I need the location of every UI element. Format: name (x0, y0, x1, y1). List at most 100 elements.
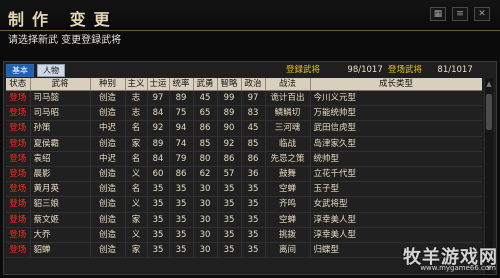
cell-officer-name: 孙策 (30, 120, 91, 137)
cell-intellect: 35 (217, 227, 242, 243)
table-row[interactable]: 登场 蔡文姬 创造家 35 35 30 35 35 空蝉 淳幸美人型 (6, 212, 482, 228)
cell-growth-type: 岛津家久型 (310, 136, 482, 152)
col-officer[interactable]: 武将 (30, 78, 91, 91)
cell-politics: 85 (241, 136, 266, 152)
cell-tactic: 齐鸣 (265, 196, 311, 213)
cell-status: 登场 (6, 242, 31, 259)
tab-basic[interactable]: 基本 (6, 64, 34, 77)
scroll-thumb[interactable] (486, 94, 492, 130)
cell-intellect: 35 (217, 242, 242, 259)
cell-tactic: 鳞鳞切 (265, 105, 311, 122)
col-fortune[interactable]: 士运 (147, 78, 170, 91)
cell-growth-type: 玉子型 (310, 181, 482, 198)
cell-fortune: 35 (147, 227, 170, 243)
col-type[interactable]: 种别 (90, 78, 126, 91)
table-row[interactable]: 登场 大乔 创造义 35 35 30 35 35 挑拨 淳幸美人型 (6, 227, 482, 243)
table-row[interactable]: 登场 司马昭 创造志 84 75 65 89 83 鳞鳞切 万能统帅型 (6, 105, 482, 122)
cell-officer-name: 大乔 (30, 227, 91, 243)
appear-counter: 登场武将 81/1017 (388, 64, 473, 76)
cell-politics: 35 (241, 196, 266, 213)
cell-status: 登场 (6, 181, 31, 198)
cell-valor: 80 (193, 151, 218, 167)
cell-type: 中迟 (90, 151, 126, 167)
table-row[interactable]: 登场 黄月英 创造名 35 35 30 35 35 空蝉 玉子型 (6, 181, 482, 198)
table-row[interactable]: 登场 夏侯霸 创造家 89 74 85 92 85 临战 岛津家久型 (6, 136, 482, 152)
table-row[interactable]: 登场 貂三娘 创造义 35 35 30 35 35 齐鸣 女武将型 (6, 196, 482, 213)
cell-tactic: 诡计百出 (265, 90, 311, 107)
cell-type: 创造 (90, 166, 126, 183)
cell-politics: 35 (241, 212, 266, 228)
tab-bar: 基本 人物 (6, 64, 65, 77)
registered-counter: 登録武将 98/1017 (286, 64, 383, 76)
cell-ideology: 志 (125, 105, 148, 122)
col-ideology[interactable]: 主义 (125, 78, 148, 91)
cell-leadership: 35 (169, 242, 194, 259)
cell-status: 登场 (6, 120, 31, 137)
scroll-up-icon[interactable]: ▲ (485, 80, 493, 88)
cell-fortune: 60 (147, 166, 170, 183)
cell-politics: 35 (241, 227, 266, 243)
table-row[interactable]: 登场 晨影 创造义 60 86 62 57 36 鼓舞 立花千代型 (6, 166, 482, 183)
table-row[interactable]: 登场 孙策 中迟名 92 94 86 90 45 三河魂 武田信虎型 (6, 120, 482, 137)
cell-intellect: 90 (217, 120, 242, 137)
cell-type: 创造 (90, 212, 126, 228)
cell-leadership: 79 (169, 151, 194, 167)
grid-icon[interactable]: ▦ (430, 7, 446, 21)
table-row[interactable]: 登场 司马懿 创造志 97 89 45 99 97 诡计百出 今川义元型 (6, 90, 482, 107)
cell-intellect: 86 (217, 151, 242, 167)
cell-growth-type: 万能统帅型 (310, 105, 482, 122)
table-row[interactable]: 登场 袁绍 中迟名 84 79 80 86 86 先忌之策 统帅型 (6, 151, 482, 167)
tab-person[interactable]: 人物 (37, 64, 65, 77)
close-icon[interactable]: ✕ (474, 7, 490, 21)
cell-politics: 45 (241, 120, 266, 137)
cell-status: 登场 (6, 90, 31, 107)
cell-fortune: 35 (147, 196, 170, 213)
col-intellect[interactable]: 智略 (217, 78, 242, 91)
cell-valor: 30 (193, 196, 218, 213)
cell-status: 登场 (6, 196, 31, 213)
cell-valor: 85 (193, 136, 218, 152)
col-valor[interactable]: 武勇 (193, 78, 218, 91)
cell-leadership: 35 (169, 212, 194, 228)
cell-status: 登场 (6, 166, 31, 183)
cell-officer-name: 蔡文姬 (30, 212, 91, 228)
col-status[interactable]: 状态 (6, 78, 31, 91)
cell-growth-type: 武田信虎型 (310, 120, 482, 137)
cell-leadership: 94 (169, 120, 194, 137)
cell-ideology: 家 (125, 212, 148, 228)
cell-leadership: 74 (169, 136, 194, 152)
cell-politics: 97 (241, 90, 266, 107)
cell-fortune: 35 (147, 212, 170, 228)
cell-leadership: 75 (169, 105, 194, 122)
cell-type: 创造 (90, 105, 126, 122)
cell-officer-name: 貂蝉 (30, 242, 91, 259)
cell-fortune: 97 (147, 90, 170, 107)
appear-label: 登场武将 (388, 65, 423, 75)
cell-leadership: 35 (169, 181, 194, 198)
cell-fortune: 84 (147, 105, 170, 122)
cell-type: 创造 (90, 242, 126, 259)
col-politics[interactable]: 政治 (241, 78, 266, 91)
cell-tactic: 先忌之策 (265, 151, 311, 167)
cell-fortune: 35 (147, 242, 170, 259)
cell-type: 创造 (90, 181, 126, 198)
cell-fortune: 35 (147, 181, 170, 198)
cell-politics: 83 (241, 105, 266, 122)
cell-growth-type: 淳幸美人型 (310, 212, 482, 228)
col-tactic[interactable]: 战法 (265, 78, 311, 91)
cell-ideology: 义 (125, 196, 148, 213)
cell-valor: 45 (193, 90, 218, 107)
cell-ideology: 名 (125, 120, 148, 137)
cell-ideology: 家 (125, 242, 148, 259)
cell-fortune: 92 (147, 120, 170, 137)
cell-tactic: 挑拨 (265, 227, 311, 243)
list-icon[interactable]: ≡ (452, 7, 468, 21)
cell-intellect: 35 (217, 212, 242, 228)
cell-valor: 30 (193, 181, 218, 198)
cell-type: 创造 (90, 227, 126, 243)
cell-status: 登场 (6, 227, 31, 243)
cell-growth-type: 今川义元型 (310, 90, 482, 107)
cell-intellect: 89 (217, 105, 242, 122)
col-growth[interactable]: 成长类型 (310, 78, 482, 91)
col-leadership[interactable]: 统率 (169, 78, 194, 91)
